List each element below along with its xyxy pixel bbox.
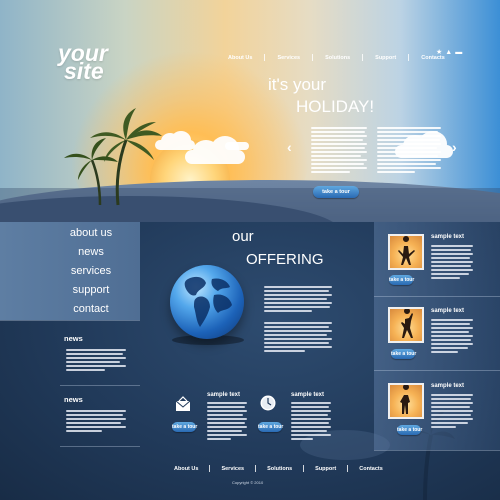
feature-2-text — [291, 402, 331, 442]
nav-divider — [264, 54, 266, 61]
person-silhouette-icon — [398, 236, 415, 265]
feature-1-text — [207, 402, 247, 442]
cloud — [185, 136, 245, 164]
side-menu-contact[interactable]: contact — [60, 300, 122, 319]
sample-2-image — [388, 307, 424, 343]
sample-2-take-a-tour-button[interactable]: take a tour — [391, 349, 416, 359]
sample-3-image — [388, 383, 424, 419]
footer-nav-solutions[interactable]: Solutions — [267, 466, 292, 472]
hero-title-line-2: HOLIDAY! — [296, 97, 375, 116]
side-menu-about-us[interactable]: about us — [60, 224, 122, 243]
footer-nav-support[interactable]: Support — [315, 466, 336, 472]
top-nav: About Us Services Solutions Support Cont… — [228, 54, 445, 61]
offering-title-line-1: our — [232, 228, 254, 245]
divider — [374, 450, 500, 451]
divider — [60, 385, 140, 386]
nav-divider — [362, 54, 364, 61]
offering-text-1 — [264, 286, 332, 314]
hero-text-column-2 — [377, 127, 441, 175]
side-menu-news[interactable]: news — [60, 243, 122, 262]
nav-divider — [347, 465, 349, 472]
logo-line-2: site — [64, 58, 104, 84]
top-nav-services[interactable]: Services — [277, 55, 300, 61]
slider-prev-arrow-icon[interactable]: ‹ — [287, 139, 292, 155]
hero-take-a-tour-button[interactable]: take a tour — [313, 186, 359, 198]
nav-divider — [255, 465, 257, 472]
news-text — [66, 410, 126, 434]
hero-title-line-1: it's your — [268, 75, 327, 94]
offering-text-2 — [264, 322, 332, 354]
news-title[interactable]: news — [64, 334, 83, 343]
sample-2-title: sample text — [431, 308, 465, 314]
tool-icons: ★ ▲ ▬ — [436, 49, 462, 56]
copyright-text: Copyright © 2010 — [232, 480, 264, 485]
cloud — [225, 142, 249, 150]
nav-divider — [303, 465, 305, 472]
palm-trees-icon — [64, 108, 162, 206]
news-text — [66, 349, 126, 373]
feature-1-take-a-tour-button[interactable]: take a tour — [172, 422, 197, 432]
top-nav-solutions[interactable]: Solutions — [325, 55, 350, 61]
divider — [0, 320, 140, 321]
footer-nav-contacts[interactable]: Contacts — [359, 466, 383, 472]
globe-icon — [170, 265, 244, 339]
site-logo[interactable]: your site — [58, 42, 108, 84]
side-menu-services[interactable]: services — [60, 262, 122, 281]
sample-1-image — [388, 234, 424, 270]
feature-2-title: sample text — [291, 392, 325, 398]
nav-divider — [312, 54, 314, 61]
feature-1-title: sample text — [207, 392, 241, 398]
side-menu-support[interactable]: support — [60, 281, 122, 300]
feature-2-take-a-tour-button[interactable]: take a tour — [258, 422, 283, 432]
offering-title-line-2: OFFERING — [246, 251, 324, 268]
sample-1-title: sample text — [431, 234, 465, 240]
slider-next-arrow-icon[interactable]: › — [452, 139, 457, 155]
divider — [374, 296, 500, 297]
news-title[interactable]: news — [64, 395, 83, 404]
top-nav-support[interactable]: Support — [375, 55, 396, 61]
nav-divider — [408, 54, 410, 61]
person-silhouette-icon — [401, 309, 413, 338]
footer-nav-about-us[interactable]: About Us — [174, 466, 198, 472]
sample-1-take-a-tour-button[interactable]: take a tour — [389, 275, 414, 285]
sample-2-text — [431, 319, 473, 355]
nav-divider — [209, 465, 211, 472]
footer-nav: About Us Services Solutions Support Cont… — [174, 465, 383, 472]
mail-icon[interactable]: ▬ — [455, 49, 462, 56]
footer-nav-services[interactable]: Services — [221, 466, 244, 472]
top-nav-about-us[interactable]: About Us — [228, 55, 252, 61]
sample-3-title: sample text — [431, 383, 465, 389]
divider — [60, 446, 140, 447]
person-silhouette-icon — [400, 385, 410, 414]
divider — [374, 370, 500, 371]
website-template: your site About Us Services Solutions Su… — [0, 0, 500, 500]
hero-text-column-1 — [311, 127, 367, 175]
sample-1-text — [431, 245, 473, 281]
sample-3-text — [431, 394, 473, 430]
hero-banner: your site About Us Services Solutions Su… — [0, 0, 500, 222]
home-icon[interactable]: ▲ — [445, 49, 452, 56]
side-menu: about us news services support contact — [60, 224, 122, 319]
mail-envelope-icon — [175, 396, 191, 411]
clock-icon — [260, 395, 276, 411]
star-icon[interactable]: ★ — [436, 49, 442, 56]
sample-3-take-a-tour-button[interactable]: take a tour — [397, 425, 422, 435]
